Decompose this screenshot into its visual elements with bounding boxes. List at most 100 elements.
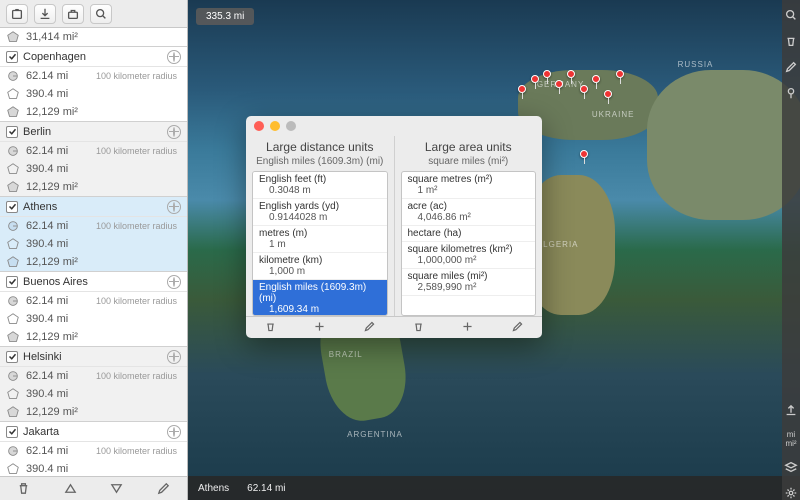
unit-option[interactable]: English feet (ft)0.3048 m — [253, 172, 387, 199]
action-button[interactable] — [62, 4, 84, 24]
perimeter-value: 390.4 mi — [26, 238, 187, 250]
location-card[interactable]: Helsinki62.14 mi100 kilometer radius390.… — [0, 347, 187, 422]
unit-option[interactable]: English miles (1609.3m) (mi)1,609.34 m — [253, 280, 387, 316]
settings-icon[interactable] — [784, 486, 798, 500]
area-icon — [6, 105, 20, 119]
radius-icon — [6, 69, 20, 83]
area-icon — [6, 30, 20, 44]
unit-option[interactable]: square miles (mi²)2,589,990 m² — [402, 269, 536, 296]
unit-option[interactable]: metres (m)1 m — [253, 226, 387, 253]
area-value: 12,129 mi² — [26, 331, 187, 343]
city-name: Copenhagen — [23, 51, 162, 63]
pin-icon[interactable] — [784, 86, 798, 100]
zoom-icon — [286, 121, 296, 131]
share-icon[interactable] — [784, 404, 798, 418]
zoom-icon[interactable] — [784, 8, 798, 22]
location-card[interactable]: Copenhagen62.14 mi100 kilometer radius39… — [0, 47, 187, 122]
dialog-titlebar[interactable] — [246, 116, 542, 136]
radius-icon — [6, 369, 20, 383]
distance-chip: 335.3 mi — [196, 8, 254, 25]
unit-detail: 0.3048 m — [259, 185, 381, 196]
edit-unit-button[interactable] — [511, 320, 524, 336]
globe-icon[interactable] — [167, 50, 181, 64]
unit-detail: 2,589,990 m² — [408, 282, 530, 293]
unit-name: kilometre (km) — [259, 255, 381, 266]
radius-label: 100 kilometer radius — [96, 71, 177, 81]
unit-option[interactable]: English yards (yd)0.9144028 m — [253, 199, 387, 226]
checkbox[interactable] — [6, 276, 18, 288]
globe-icon[interactable] — [167, 275, 181, 289]
unit-detail: 1,609.34 m — [259, 304, 381, 315]
new-item-button[interactable] — [6, 4, 28, 24]
city-name: Jakarta — [23, 426, 162, 438]
location-card[interactable]: Buenos Aires62.14 mi100 kilometer radius… — [0, 272, 187, 347]
area-value: 12,129 mi² — [26, 256, 187, 268]
checkbox[interactable] — [6, 201, 18, 213]
globe-icon[interactable] — [167, 350, 181, 364]
location-card[interactable]: Jakarta62.14 mi100 kilometer radius390.4… — [0, 422, 187, 476]
close-icon[interactable] — [254, 121, 264, 131]
unit-name: square kilometres (km²) — [408, 244, 530, 255]
edit-unit-button[interactable] — [363, 320, 376, 336]
city-name: Berlin — [23, 126, 162, 138]
radius-icon — [6, 444, 20, 458]
globe-icon[interactable] — [167, 200, 181, 214]
globe-icon[interactable] — [167, 425, 181, 439]
pencil-icon[interactable] — [784, 60, 798, 74]
delete-unit-button[interactable] — [412, 320, 425, 336]
radius-icon — [6, 219, 20, 233]
perimeter-icon — [6, 87, 20, 101]
trash-icon[interactable] — [784, 34, 798, 48]
unit-detail: 1,000 m — [259, 266, 381, 277]
map-pin[interactable] — [592, 75, 600, 83]
checkbox[interactable] — [6, 351, 18, 363]
area-options-list[interactable]: square metres (m²)1 m²acre (ac)4,046.86 … — [401, 171, 537, 316]
distance-options-list[interactable]: English feet (ft)0.3048 mEnglish yards (… — [252, 171, 388, 316]
checkbox[interactable] — [6, 51, 18, 63]
edit-button[interactable] — [155, 480, 173, 498]
city-name: Buenos Aires — [23, 276, 162, 288]
unit-name: English miles (1609.3m) (mi) — [259, 282, 381, 304]
import-button[interactable] — [34, 4, 56, 24]
perimeter-icon — [6, 162, 20, 176]
area-icon — [6, 255, 20, 269]
perimeter-value: 390.4 mi — [26, 88, 187, 100]
add-unit-button[interactable] — [461, 320, 474, 336]
unit-name: English yards (yd) — [259, 201, 381, 212]
search-button[interactable] — [90, 4, 112, 24]
map-pin[interactable] — [531, 75, 539, 83]
checkbox[interactable] — [6, 426, 18, 438]
location-card[interactable]: Berlin62.14 mi100 kilometer radius390.4 … — [0, 122, 187, 197]
area-value: 12,129 mi² — [26, 406, 187, 418]
unit-name: square miles (mi²) — [408, 271, 530, 282]
unit-option[interactable]: kilometre (km)1,000 m — [253, 253, 387, 280]
triangle-down-button[interactable] — [108, 480, 126, 498]
perimeter-value: 390.4 mi — [26, 463, 187, 475]
map-pin[interactable] — [543, 70, 551, 78]
map-pin[interactable] — [580, 150, 588, 158]
area-icon — [6, 405, 20, 419]
delete-button[interactable] — [14, 480, 32, 498]
globe-icon[interactable] — [167, 125, 181, 139]
status-city: Athens — [198, 483, 229, 494]
unit-option[interactable]: hectare (ha) — [402, 226, 536, 242]
layers-icon[interactable] — [784, 460, 798, 474]
location-card[interactable]: Athens62.14 mi100 kilometer radius390.4 … — [0, 197, 187, 272]
triangle-up-button[interactable] — [61, 480, 79, 498]
unit-option[interactable]: acre (ac)4,046.86 m² — [402, 199, 536, 226]
distance-units-column: Large distance units English miles (1609… — [246, 136, 394, 316]
map-pin[interactable] — [580, 85, 588, 93]
radius-icon — [6, 144, 20, 158]
delete-unit-button[interactable] — [264, 320, 277, 336]
checkbox[interactable] — [6, 126, 18, 138]
minimize-icon[interactable] — [270, 121, 280, 131]
add-unit-button[interactable] — [313, 320, 326, 336]
unit-option[interactable]: square kilometres (km²)1,000,000 m² — [402, 242, 536, 269]
radius-label: 100 kilometer radius — [96, 446, 177, 456]
unit-badge[interactable]: mi mi² — [782, 430, 800, 448]
sidebar-toolbar — [0, 0, 187, 28]
radius-label: 100 kilometer radius — [96, 146, 177, 156]
unit-option[interactable]: square metres (m²)1 m² — [402, 172, 536, 199]
unit-detail: 1,000,000 m² — [408, 255, 530, 266]
unit-name: square metres (m²) — [408, 174, 530, 185]
